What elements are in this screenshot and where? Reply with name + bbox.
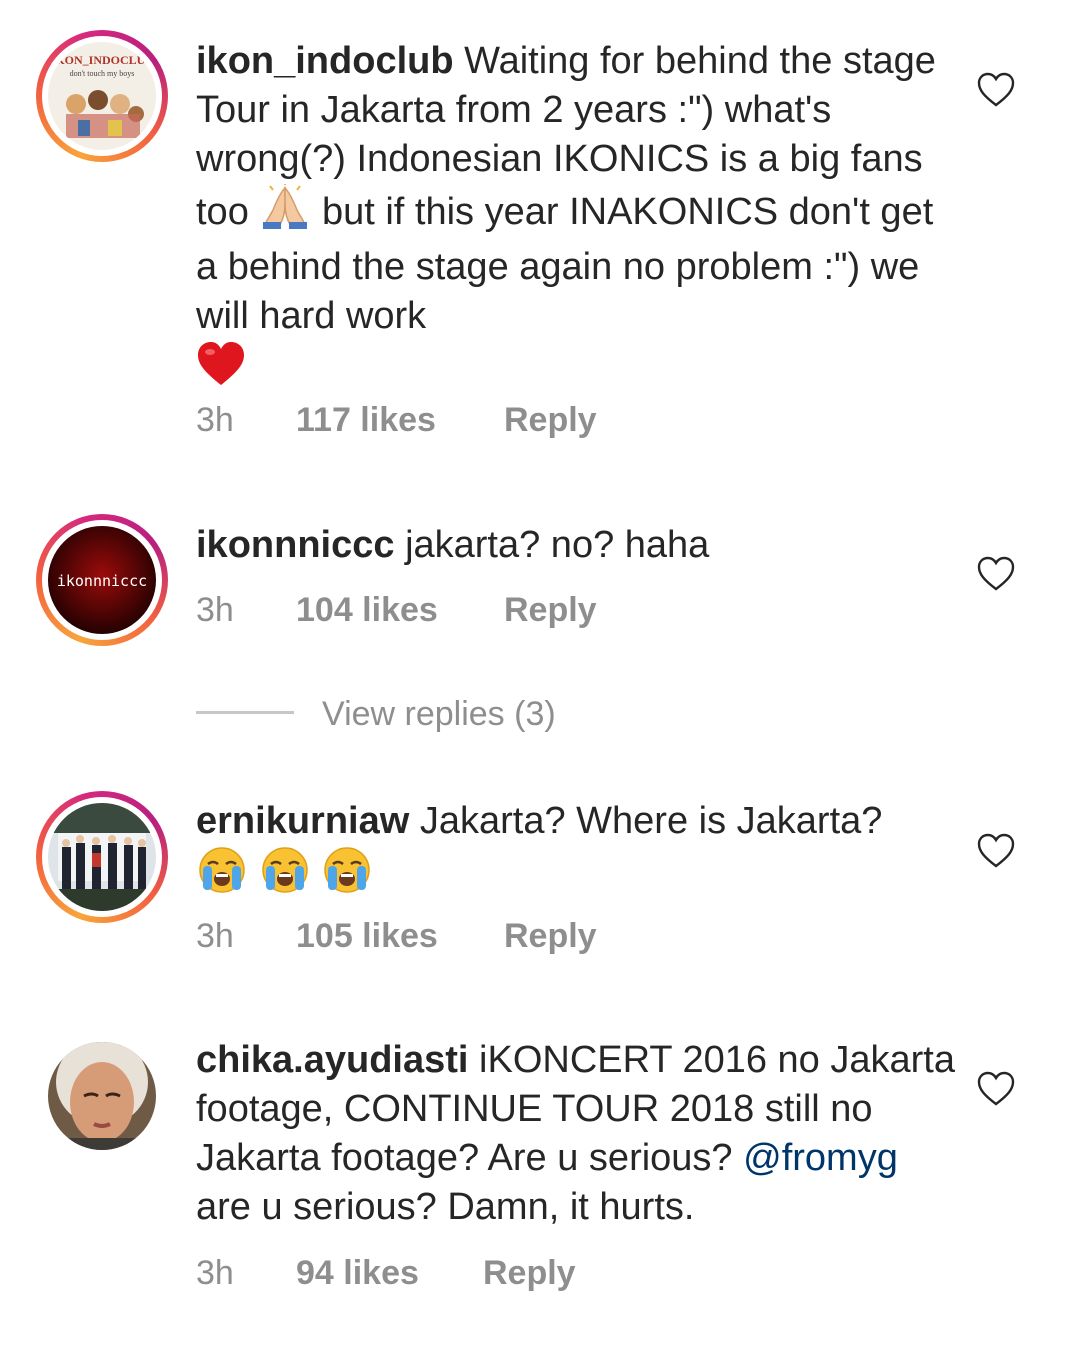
likes-count[interactable]: 105 likes	[296, 916, 438, 956]
loudly-crying-face-emoji-icon	[196, 846, 248, 907]
avatar-caption-bottom: don't touch my boys	[70, 69, 135, 78]
comment-text: ikonnniccc jakarta? no? haha	[196, 521, 956, 570]
comment-body: Jakarta? Where is Jakarta?	[419, 800, 883, 842]
reply-button[interactable]: Reply	[483, 1253, 576, 1293]
view-replies-label: View replies (3)	[322, 695, 556, 733]
comment-text: ernikurniaw Jakarta? Where is Jakarta?	[196, 797, 956, 907]
like-heart-icon[interactable]	[976, 831, 1016, 871]
avatar-image	[48, 1042, 156, 1150]
avatar-image: IKON_INDOCLUB don't touch my boys	[48, 42, 156, 150]
comment-username[interactable]: ernikurniaw	[196, 800, 409, 842]
comment-time: 3h	[196, 401, 234, 439]
avatar[interactable]: ikonnniccc	[36, 514, 168, 646]
view-replies-button[interactable]: View replies (3)	[196, 692, 696, 736]
avatar[interactable]	[36, 791, 168, 923]
comment-username[interactable]: ikon_indoclub	[196, 40, 454, 82]
reply-button[interactable]: Reply	[504, 590, 597, 630]
like-heart-icon[interactable]	[976, 1069, 1016, 1109]
comment-time: 3h	[196, 917, 234, 955]
loudly-crying-face-emoji-icon	[259, 846, 311, 907]
like-heart-icon[interactable]	[976, 554, 1016, 594]
avatar-caption-top: IKON_INDOCLUB	[51, 53, 154, 67]
comment-username[interactable]: chika.ayudiasti	[196, 1039, 468, 1081]
comment-username[interactable]: ikonnniccc	[196, 524, 395, 566]
comment-text: ikon_indoclub Waiting for behind the sta…	[196, 37, 956, 400]
view-replies-divider	[196, 711, 294, 714]
red-heart-emoji-icon	[196, 341, 246, 400]
comment-body-continued: are u serious? Damn, it hurts.	[196, 1186, 695, 1228]
likes-count[interactable]: 94 likes	[296, 1253, 419, 1293]
reply-button[interactable]: Reply	[504, 400, 597, 440]
comments-list: IKON_INDOCLUB don't touch my boys ikon_i…	[0, 0, 1078, 1353]
comment-text: chika.ayudiasti iKONCERT 2016 no Jakarta…	[196, 1036, 956, 1232]
like-heart-icon[interactable]	[976, 70, 1016, 110]
avatar[interactable]: IKON_INDOCLUB don't touch my boys	[36, 30, 168, 162]
comment-time: 3h	[196, 591, 234, 629]
avatar-image: ikonnniccc	[48, 526, 156, 634]
comment-time: 3h	[196, 1254, 234, 1292]
avatar-caption: ikonnniccc	[57, 572, 147, 590]
avatar[interactable]	[48, 1042, 156, 1150]
avatar-image	[48, 803, 156, 911]
likes-count[interactable]: 117 likes	[296, 400, 436, 440]
reply-button[interactable]: Reply	[504, 916, 597, 956]
mention-link[interactable]: @fromyg	[743, 1137, 898, 1179]
likes-count[interactable]: 104 likes	[296, 590, 438, 630]
comment-body: jakarta? no? haha	[405, 524, 710, 566]
folded-hands-emoji-icon	[259, 182, 311, 243]
loudly-crying-face-emoji-icon	[321, 846, 373, 907]
